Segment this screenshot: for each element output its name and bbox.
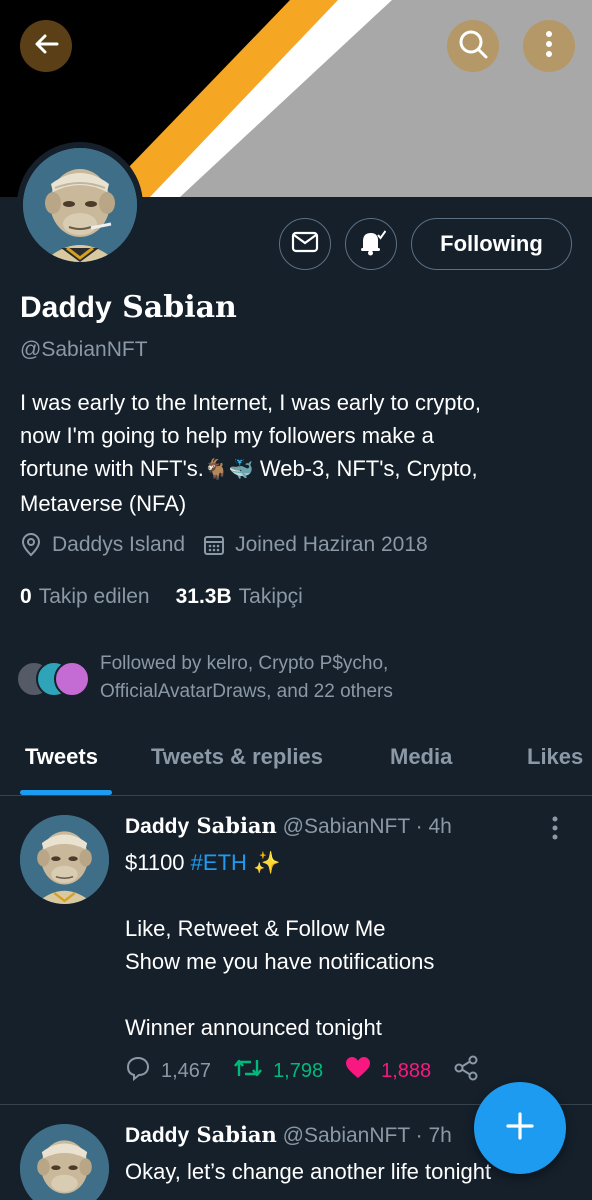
retweet-button[interactable]: 1,798	[233, 1056, 323, 1086]
calendar-icon	[203, 534, 225, 556]
following-link[interactable]: 0 Takip edilen	[20, 585, 150, 609]
location-pin-icon	[20, 533, 42, 557]
search-icon	[457, 28, 489, 65]
profile-avatar[interactable]	[17, 142, 143, 268]
followers-link[interactable]: 31.3B Takipçi	[176, 585, 303, 609]
like-button[interactable]: 1,888	[345, 1056, 431, 1086]
followed-by[interactable]: Followed by kelro, Crypto P$ycho, Offici…	[16, 650, 520, 706]
profile-handle: @SabianNFT	[20, 338, 148, 361]
compose-tweet-button[interactable]	[474, 1082, 566, 1174]
tweet-more-button[interactable]	[550, 815, 560, 846]
whale-emoji: 🐳	[228, 459, 254, 481]
profile-bio: I was early to the Internet, I was early…	[20, 390, 481, 516]
notifications-button[interactable]	[345, 218, 397, 270]
search-button[interactable]	[447, 20, 499, 72]
back-button[interactable]	[20, 20, 72, 72]
tweet-time: · 7h	[415, 1124, 452, 1147]
more-vertical-icon	[544, 29, 554, 64]
sparkles-emoji: ✨	[246, 850, 281, 875]
tweet-avatar[interactable]	[20, 815, 109, 904]
location: Daddys Island	[20, 533, 185, 557]
tweet-author-name[interactable]: Daddy Sabian	[125, 813, 277, 838]
tab-tweets-replies[interactable]: Tweets & replies	[151, 744, 323, 770]
more-options-button[interactable]	[523, 20, 575, 72]
plus-icon	[503, 1109, 537, 1148]
profile-meta: Daddys Island Joined Haziran 2018	[20, 533, 446, 557]
more-vertical-icon	[550, 816, 560, 845]
tweet-time: · 4h	[415, 815, 452, 838]
tweet-header: Daddy Sabian @SabianNFT · 4h	[125, 813, 452, 839]
followed-by-text: Followed by kelro, Crypto P$ycho, Offici…	[100, 653, 393, 702]
profile-tabs: Tweets Tweets & replies Media Likes	[0, 730, 592, 796]
ape-avatar-image	[20, 1124, 109, 1200]
reply-button[interactable]: 1,467	[125, 1055, 211, 1087]
display-name: Daddy Sabian	[20, 290, 237, 325]
following-button[interactable]: Following	[411, 218, 572, 270]
retweet-icon	[233, 1056, 263, 1086]
bell-icon	[356, 227, 387, 262]
follow-counts: 0 Takip edilen 31.3B Takipçi	[20, 585, 329, 609]
tweet-author-name[interactable]: Daddy Sabian	[125, 1122, 277, 1147]
heart-icon	[345, 1056, 371, 1086]
follower-avatar	[54, 661, 90, 697]
reply-icon	[125, 1055, 151, 1087]
follower-avatars	[16, 657, 96, 699]
tweet-actions: 1,467 1,798 1,888	[125, 1055, 501, 1087]
share-icon	[453, 1055, 479, 1087]
back-arrow-icon	[31, 29, 61, 64]
mail-icon	[291, 231, 319, 258]
tweet[interactable]: Daddy Sabian @SabianNFT · 4h $1100 #ETH …	[0, 797, 592, 1105]
tweet-author-handle: @SabianNFT	[282, 815, 410, 838]
tweet-text: $1100 #ETH ✨ Like, Retweet & Follow Me S…	[125, 850, 435, 1040]
ape-avatar-image	[23, 148, 137, 262]
ape-avatar-image	[20, 815, 109, 904]
active-tab-indicator	[20, 790, 112, 795]
join-date: Joined Haziran 2018	[203, 533, 428, 557]
hashtag-link[interactable]: #ETH	[191, 850, 247, 875]
tab-tweets[interactable]: Tweets	[25, 744, 98, 770]
tweet-avatar[interactable]	[20, 1124, 109, 1200]
tab-likes[interactable]: Likes	[527, 744, 583, 770]
tweet-header: Daddy Sabian @SabianNFT · 7h	[125, 1122, 452, 1148]
tweet-author-handle: @SabianNFT	[282, 1124, 410, 1147]
tab-media[interactable]: Media	[390, 744, 452, 770]
goat-emoji: 🐐	[203, 459, 229, 481]
share-button[interactable]	[453, 1055, 479, 1087]
message-button[interactable]	[279, 218, 331, 270]
